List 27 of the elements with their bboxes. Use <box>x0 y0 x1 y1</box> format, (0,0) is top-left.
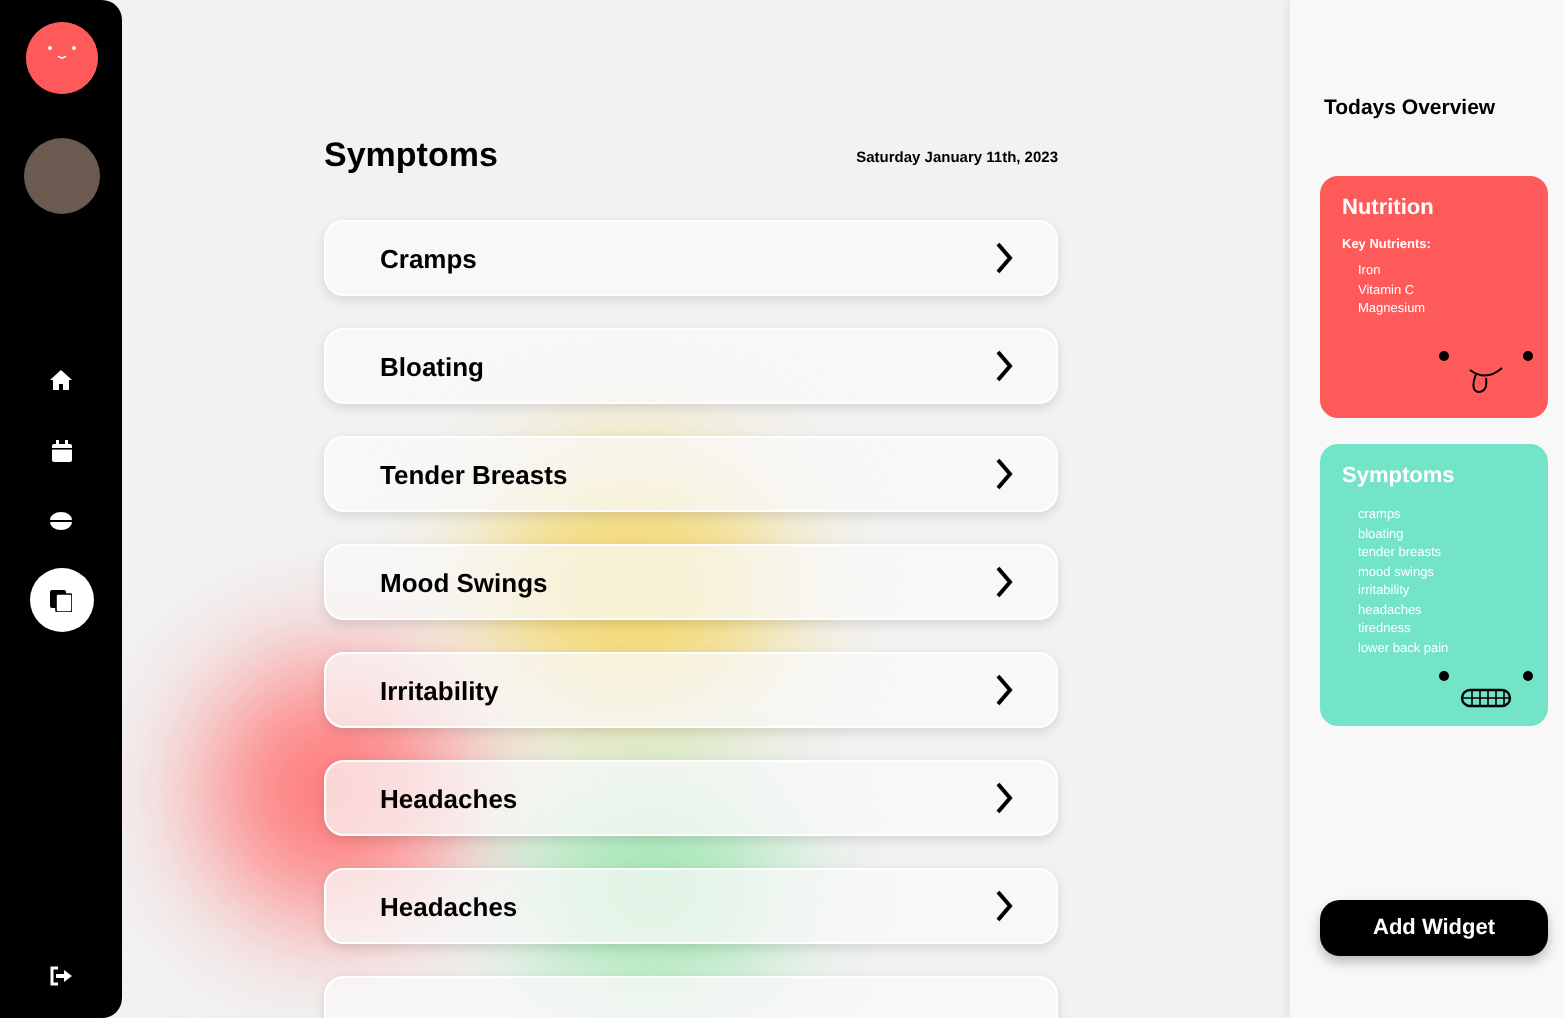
widget-title: Nutrition <box>1342 196 1436 220</box>
bowl-icon <box>50 511 72 529</box>
chevron-right-icon <box>994 242 1014 274</box>
symptom-row[interactable]: Tender Breasts <box>324 436 1058 512</box>
symptom-row[interactable]: Mood Swings <box>324 544 1058 620</box>
widget-title: Symptoms <box>1342 464 1457 488</box>
symptom-row[interactable]: Headaches <box>324 760 1058 836</box>
symptom-row[interactable]: Cramps <box>324 220 1058 296</box>
symptom-row[interactable]: Bloating <box>324 328 1058 404</box>
nav-button[interactable] <box>29 568 93 632</box>
chevron-right-icon <box>994 350 1014 382</box>
chevron-right-icon <box>994 890 1014 922</box>
page-title: Symptoms <box>324 136 498 176</box>
avatar-placeholder[interactable] <box>23 138 99 214</box>
overview-title: Todays Overview <box>1324 96 1498 120</box>
symptom-row[interactable]: Irritability <box>324 652 1058 728</box>
chevron-right-icon <box>994 782 1014 814</box>
chevron-right-icon <box>994 674 1014 706</box>
chevron-right-icon <box>994 566 1014 598</box>
logo-icon <box>25 22 97 94</box>
symptom-row[interactable]: Headaches <box>324 868 1058 944</box>
home-icon <box>50 370 72 390</box>
add-widget-button[interactable]: Add Widget <box>1320 900 1548 956</box>
logout-icon[interactable] <box>50 966 72 986</box>
calendar-icon <box>51 439 71 461</box>
chevron-right-icon <box>994 458 1014 490</box>
documents-icon <box>50 589 72 611</box>
